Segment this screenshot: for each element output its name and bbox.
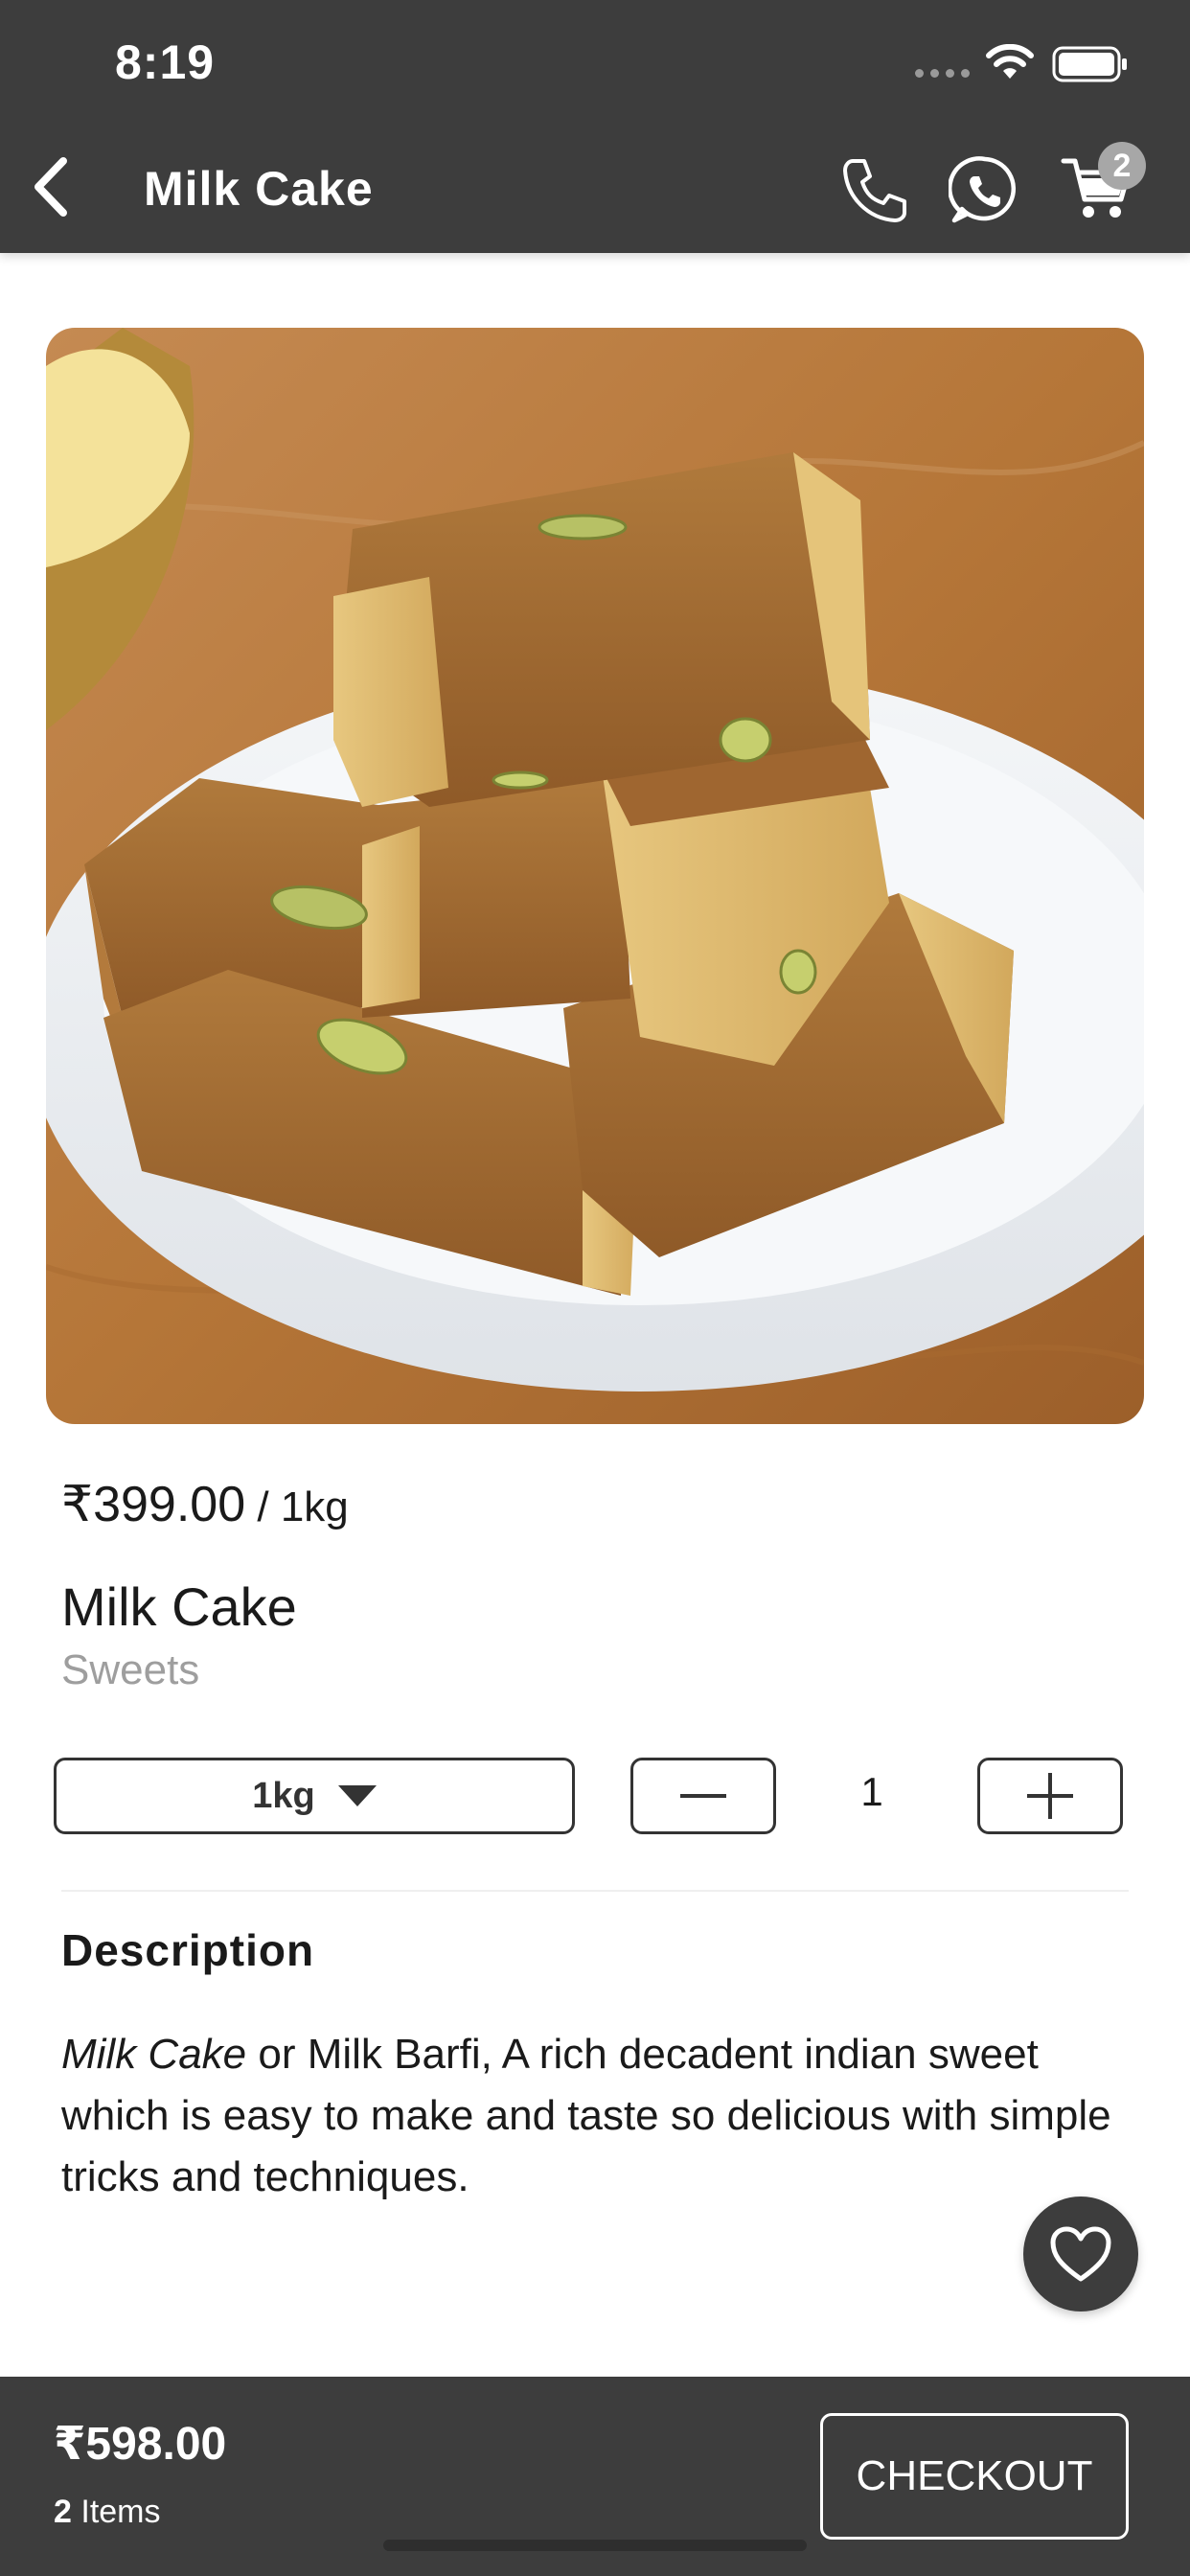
price-value: ₹399.00	[61, 1477, 246, 1532]
items-count-value: 2	[54, 2494, 72, 2530]
description-heading: Description	[61, 1925, 315, 1975]
description-italic: Milk Cake	[61, 2031, 247, 2078]
items-label: Items	[71, 2494, 161, 2530]
cart-items-count: 2 Items	[54, 2494, 161, 2531]
product-category: Sweets	[61, 1646, 200, 1693]
product-name: Milk Cake	[61, 1576, 297, 1637]
phone-button[interactable]	[839, 153, 912, 226]
wifi-icon	[986, 44, 1034, 79]
status-time: 8:19	[115, 35, 216, 89]
checkout-button[interactable]: CHECKOUT	[820, 2413, 1129, 2540]
product-image	[46, 328, 1144, 1424]
heart-icon	[1050, 2226, 1111, 2282]
increase-quantity-button[interactable]	[977, 1758, 1123, 1834]
phone-icon	[843, 159, 906, 222]
battery-icon	[1052, 46, 1127, 82]
weight-select-value: 1kg	[252, 1775, 315, 1816]
cart-total: ₹598.00	[54, 2419, 227, 2470]
weight-select[interactable]: 1kg	[54, 1758, 575, 1834]
page-title: Milk Cake	[144, 162, 374, 216]
quantity-value: 1	[860, 1769, 883, 1814]
cellular-signal-icon	[915, 69, 970, 78]
cart-count-badge: 2	[1098, 142, 1146, 190]
top-bar: 8:19 Milk Cake 2	[0, 0, 1190, 253]
chevron-down-icon	[337, 1785, 377, 1806]
plus-icon	[1027, 1773, 1073, 1819]
whatsapp-icon	[949, 156, 1016, 223]
favorite-button[interactable]	[1023, 2196, 1138, 2312]
minus-icon	[680, 1794, 726, 1798]
divider	[61, 1890, 1129, 1892]
back-button[interactable]	[19, 153, 86, 220]
price-unit: / 1kg	[245, 1484, 349, 1530]
product-price: ₹399.00 / 1kg	[61, 1476, 349, 1533]
decrease-quantity-button[interactable]	[630, 1758, 776, 1834]
whatsapp-button[interactable]	[949, 153, 1021, 226]
back-arrow-icon	[34, 157, 67, 217]
home-indicator	[383, 2540, 807, 2551]
description-body: Milk Cake or Milk Barfi, A rich decadent…	[61, 2024, 1144, 2208]
